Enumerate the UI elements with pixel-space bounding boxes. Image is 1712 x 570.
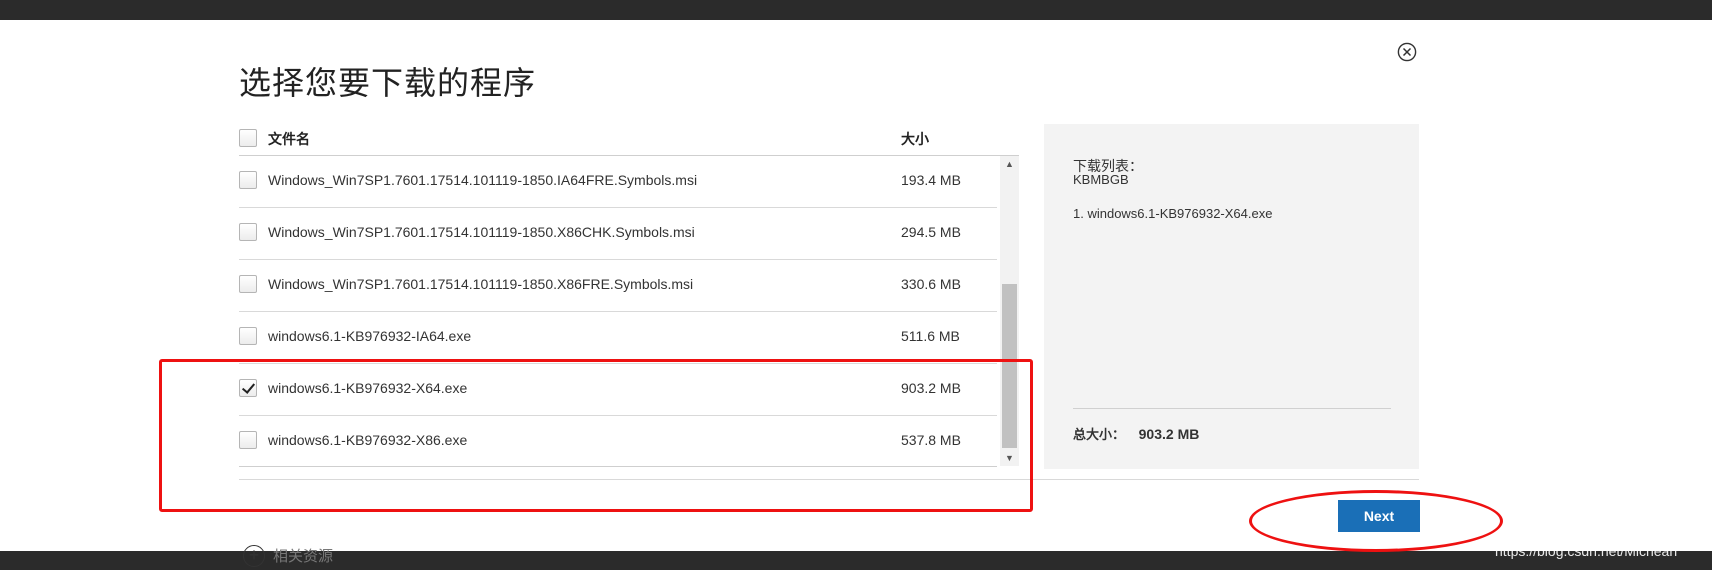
footer-divider (239, 479, 1419, 480)
download-code: KBMBGB (1073, 172, 1129, 187)
related-resources-link[interactable]: + 相关资源 (243, 545, 333, 567)
scroll-down-arrow-icon[interactable]: ▼ (1000, 450, 1019, 466)
table-row[interactable]: Windows_Win7SP1.7601.17514.101119-1850.X… (239, 260, 997, 312)
table-row[interactable]: windows6.1-KB976932-X86.exe 537.8 MB (239, 416, 997, 466)
file-size: 330.6 MB (901, 276, 961, 292)
row-checkbox[interactable] (239, 275, 257, 293)
table-row[interactable]: windows6.1-KB976932-IA64.exe 511.6 MB (239, 312, 997, 364)
file-list: 文件名 大小 Windows_Win7SP1.7601.17514.101119… (239, 120, 1019, 480)
file-name: Windows_Win7SP1.7601.17514.101119-1850.X… (268, 276, 694, 292)
file-list-header: 文件名 大小 (239, 120, 1019, 156)
file-size: 193.4 MB (901, 172, 961, 188)
file-name: Windows_Win7SP1.7601.17514.101119-1850.I… (268, 172, 698, 188)
plus-circle-icon: + (243, 545, 265, 567)
scrollbar[interactable]: ▲ ▼ (1000, 156, 1019, 466)
related-resources-label: 相关资源 (273, 548, 334, 565)
table-row[interactable]: windows6.1-KB976932-X64.exe 903.2 MB (239, 364, 997, 416)
scroll-up-arrow-icon[interactable]: ▲ (1000, 156, 1019, 172)
file-name: windows6.1-KB976932-X64.exe (268, 380, 468, 396)
row-checkbox-checked[interactable] (239, 379, 257, 397)
select-all-checkbox[interactable] (239, 129, 257, 147)
next-button[interactable]: Next (1338, 500, 1420, 532)
file-name: Windows_Win7SP1.7601.17514.101119-1850.X… (268, 224, 695, 240)
total-size: 总大小： 903.2 MB (1073, 424, 1199, 443)
total-size-label: 总大小： (1073, 427, 1126, 442)
file-size: 511.6 MB (901, 328, 960, 344)
top-bar (0, 0, 1712, 20)
file-rows: Windows_Win7SP1.7601.17514.101119-1850.I… (239, 156, 997, 467)
scroll-thumb[interactable] (1002, 284, 1017, 448)
page-title: 选择您要下载的程序 (239, 65, 537, 101)
close-button[interactable] (1397, 42, 1417, 62)
row-checkbox[interactable] (239, 431, 257, 449)
total-size-value: 903.2 MB (1138, 426, 1200, 442)
download-list-item: 1. windows6.1-KB976932-X64.exe (1073, 206, 1273, 221)
row-checkbox[interactable] (239, 171, 257, 189)
row-checkbox[interactable] (239, 327, 257, 345)
download-summary-panel: 下载列表： KBMBGB 1. windows6.1-KB976932-X64.… (1044, 124, 1419, 469)
column-header-name: 文件名 (268, 131, 310, 147)
row-checkbox[interactable] (239, 223, 257, 241)
close-icon (1397, 42, 1417, 62)
summary-divider (1073, 408, 1391, 409)
file-size: 294.5 MB (901, 224, 961, 240)
watermark: https://blog.csdn.net/Michean (1495, 543, 1678, 559)
table-row[interactable]: Windows_Win7SP1.7601.17514.101119-1850.X… (239, 208, 997, 260)
file-name: windows6.1-KB976932-X86.exe (268, 432, 468, 448)
file-size: 537.8 MB (901, 432, 961, 448)
table-row[interactable]: Windows_Win7SP1.7601.17514.101119-1850.I… (239, 156, 997, 208)
column-header-size: 大小 (901, 131, 929, 147)
file-size: 903.2 MB (901, 380, 961, 396)
file-name: windows6.1-KB976932-IA64.exe (268, 328, 472, 344)
download-list: 1. windows6.1-KB976932-X64.exe (1073, 206, 1272, 221)
